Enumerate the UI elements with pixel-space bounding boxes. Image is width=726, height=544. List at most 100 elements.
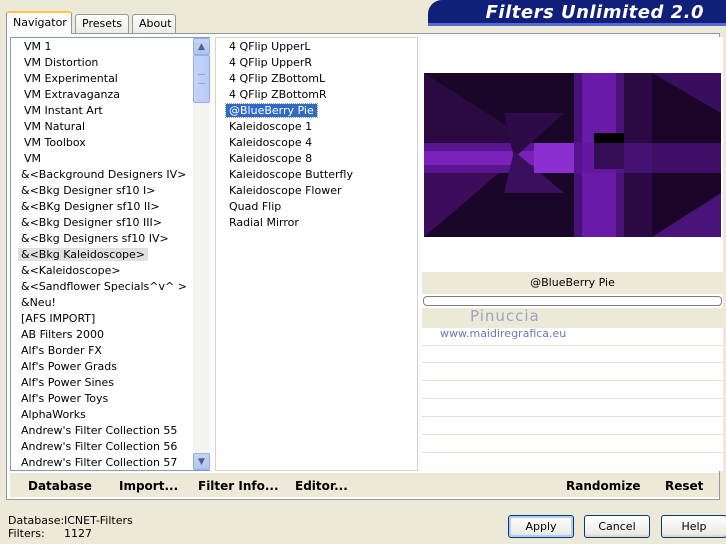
item-label: &<Bkg Designer sf10 I>	[21, 184, 156, 197]
filter-info-button[interactable]: Filter Info...	[198, 479, 279, 493]
tab-presets[interactable]: Presets	[75, 14, 129, 33]
slider-row	[422, 416, 723, 417]
watermark-name: Pinuccia	[470, 307, 540, 325]
category-item[interactable]: Alf's Border FX	[18, 343, 105, 359]
category-item[interactable]: &<Background Designers IV>	[18, 167, 189, 183]
database-button[interactable]: Database	[28, 479, 92, 493]
category-item[interactable]: VM Experimental	[21, 71, 121, 87]
item-label: AB Filters 2000	[21, 328, 105, 341]
slider-row	[422, 380, 723, 381]
filter-item[interactable]: Kaleidoscope Flower	[226, 183, 345, 199]
database-label: Database:	[8, 514, 65, 527]
title-banner: Filters Unlimited 2.0	[428, 0, 726, 26]
item-label: Andrew's Filter Collection 55	[21, 424, 178, 437]
slider-row	[422, 362, 723, 363]
item-label: VM Toolbox	[24, 136, 86, 149]
item-label: &<Bkg Kaleidoscope>	[18, 248, 149, 261]
chevron-down-icon[interactable]: ▼	[193, 453, 210, 470]
category-item[interactable]: Andrew's Filter Collection 55	[18, 423, 180, 439]
item-label: VM Distortion	[24, 56, 99, 69]
cancel-button[interactable]: Cancel	[584, 515, 650, 538]
slider-row	[422, 452, 723, 453]
scrollbar-thumb[interactable]	[193, 55, 210, 103]
item-label: VM Experimental	[24, 72, 118, 85]
slider-row	[422, 345, 723, 346]
filter-name-bar: @BlueBerry Pie	[422, 272, 723, 294]
filter-item[interactable]: Kaleidoscope 8	[226, 151, 315, 167]
item-label: &<Bkg Designer sf10 III>	[21, 216, 163, 229]
filter-list[interactable]: 4 QFlip UpperL 4 QFlip UpperR 4 QFlip ZBot…	[215, 37, 418, 471]
category-item[interactable]: &Neu!	[18, 295, 59, 311]
tab-navigator[interactable]: Navigator	[6, 11, 72, 34]
item-label: &<Background Designers IV>	[21, 168, 187, 181]
filter-item[interactable]: Kaleidoscope 4	[226, 135, 315, 151]
category-item[interactable]: VM Extravaganza	[21, 87, 123, 103]
filter-item[interactable]: 4 QFlip ZBottomR	[226, 87, 330, 103]
randomize-button[interactable]: Randomize	[566, 479, 640, 493]
item-label: Radial Mirror	[229, 216, 299, 229]
category-item[interactable]: &<Bkg Designer sf10 III>	[18, 215, 165, 231]
reset-button[interactable]: Reset	[665, 479, 703, 493]
filter-item[interactable]: @BlueBerry Pie	[225, 103, 318, 119]
item-label: VM	[24, 152, 42, 165]
filter-item[interactable]: Kaleidoscope 1	[226, 119, 315, 135]
import-button[interactable]: Import...	[119, 479, 178, 493]
item-label: VM Instant Art	[24, 104, 103, 117]
category-scrollbar[interactable]: ▲ ▼	[193, 38, 210, 470]
filters-count: 1127	[64, 527, 92, 540]
help-button[interactable]: Help	[661, 515, 726, 538]
watermark-band	[422, 308, 723, 328]
tab-about[interactable]: About	[132, 14, 176, 33]
apply-button[interactable]: Apply	[508, 515, 574, 538]
filter-item[interactable]: 4 QFlip UpperR	[226, 55, 315, 71]
category-item[interactable]: &<Bkg Designers sf10 IV>	[18, 231, 172, 247]
item-label: 4 QFlip UpperL	[229, 40, 311, 53]
item-label: Alf's Power Grads	[21, 360, 117, 373]
category-item[interactable]: &<Bkg Designer sf10 I>	[18, 183, 159, 199]
item-label: 4 QFlip ZBottomL	[229, 72, 326, 85]
item-label: &Neu!	[21, 296, 56, 309]
item-label: 4 QFlip UpperR	[229, 56, 313, 69]
item-label: Kaleidoscope 8	[229, 152, 313, 165]
category-item[interactable]: VM 1	[21, 39, 55, 55]
category-item[interactable]: &<Bkg Kaleidoscope>	[18, 247, 149, 263]
item-label: &<Sandflower Specials^v^ >	[21, 280, 187, 293]
slider-row	[422, 398, 723, 399]
category-item[interactable]: VM Toolbox	[21, 135, 89, 151]
kaleidoscope-preview	[424, 73, 721, 237]
category-item[interactable]: VM Natural	[21, 119, 88, 135]
category-item[interactable]: Alf's Power Grads	[18, 359, 120, 375]
filter-item[interactable]: Kaleidoscope Butterfly	[226, 167, 356, 183]
item-label: AlphaWorks	[21, 408, 86, 421]
slider-row	[422, 434, 723, 435]
category-list[interactable]: VM 1 VM Distortion VM Experimental VM Extra…	[10, 37, 210, 471]
editor-button[interactable]: Editor...	[295, 479, 348, 493]
filter-item[interactable]: Radial Mirror	[226, 215, 302, 231]
item-label: Kaleidoscope 4	[229, 136, 313, 149]
filter-item[interactable]: 4 QFlip UpperL	[226, 39, 314, 55]
item-label: Quad Flip	[229, 200, 282, 213]
category-item[interactable]: VM Instant Art	[21, 103, 106, 119]
chevron-up-icon[interactable]: ▲	[193, 38, 210, 55]
category-item[interactable]: &<Kaleidoscope>	[18, 263, 124, 279]
category-item[interactable]: VM Distortion	[21, 55, 101, 71]
filter-item[interactable]: 4 QFlip ZBottomL	[226, 71, 328, 87]
item-label: Andrew's Filter Collection 56	[21, 440, 178, 453]
item-label: Alf's Power Toys	[21, 392, 109, 405]
progress-bar	[423, 296, 722, 306]
category-item[interactable]: &<Sandflower Specials^v^ >	[18, 279, 190, 295]
category-item[interactable]: AB Filters 2000	[18, 327, 107, 343]
category-item[interactable]: AlphaWorks	[18, 407, 89, 423]
category-item[interactable]: Alf's Power Toys	[18, 391, 111, 407]
item-label: Alf's Border FX	[21, 344, 102, 357]
filter-item[interactable]: Quad Flip	[226, 199, 284, 215]
category-item[interactable]: Andrew's Filter Collection 57	[18, 455, 180, 470]
category-item[interactable]: [AFS IMPORT]	[18, 311, 98, 327]
category-item[interactable]: Alf's Power Sines	[18, 375, 117, 391]
item-label: VM 1	[24, 40, 52, 53]
category-item[interactable]: VM	[21, 151, 44, 167]
category-item[interactable]: &<BKg Designer sf10 II>	[18, 199, 163, 215]
preview-filter-name: @BlueBerry Pie	[530, 276, 615, 289]
item-label: 4 QFlip ZBottomR	[229, 88, 327, 101]
category-item[interactable]: Andrew's Filter Collection 56	[18, 439, 180, 455]
